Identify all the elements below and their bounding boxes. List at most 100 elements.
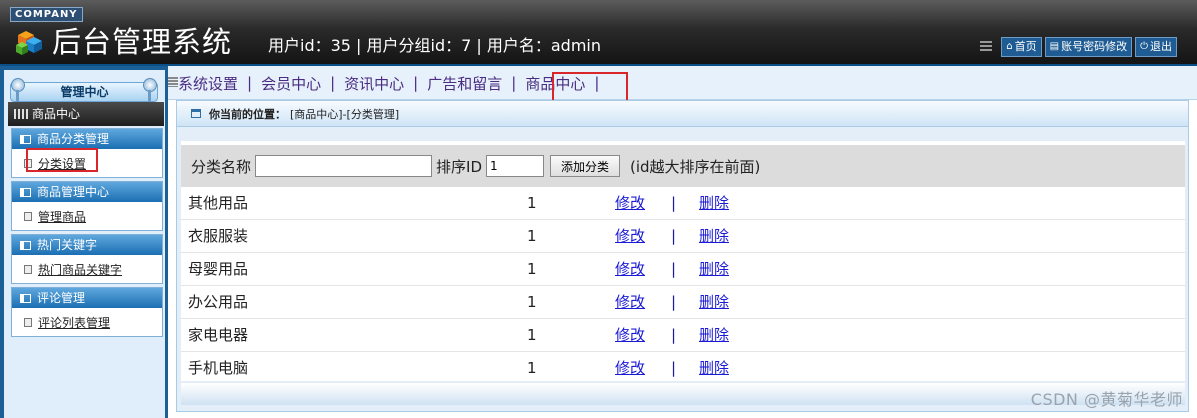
sidebar-item-comment-list[interactable]: 评论列表管理 <box>12 308 162 336</box>
grip-icon <box>980 41 993 53</box>
change-password-label: 账号密码修改 <box>1061 40 1128 53</box>
sidebar-item-link[interactable]: 热门商品关键字 <box>38 261 122 278</box>
nav-links: 系统设置 | 会员中心 | 资讯中心 | 广告和留言 | 商品中心 | <box>178 73 600 94</box>
top-links: ⌂ 首页 ▤ 账号密码修改 ⏻ 退出 <box>980 37 1177 57</box>
menu-group-header[interactable]: 商品管理中心 <box>12 182 162 202</box>
action-divider: | <box>671 227 677 245</box>
category-order: 1 <box>527 227 537 245</box>
main-panel: 你当前的位置： [商品中心]-[分类管理] 分类名称 排序ID 添加分类 (id… <box>176 100 1189 412</box>
table-row: 其他用品 1 修改 | 删除 <box>181 187 1185 220</box>
table-row: 母婴用品 1 修改 | 删除 <box>181 253 1185 286</box>
category-name: 办公用品 <box>188 293 249 311</box>
menu-group-header[interactable]: 热门关键字 <box>12 235 162 255</box>
header-bar: COMPANY 后台管理系统 用户id：35 | 用户分组id：7 | 用户名：… <box>0 0 1197 66</box>
tab-news-center[interactable]: 资讯中心 <box>344 73 404 94</box>
sidebar-item-hot-keywords[interactable]: 热门商品关键字 <box>12 255 162 283</box>
category-order: 1 <box>527 359 537 377</box>
category-order: 1 <box>527 260 537 278</box>
category-name-input[interactable] <box>255 155 433 177</box>
tab-product-center[interactable]: 商品中心 <box>525 73 585 94</box>
table-row: 办公用品 1 修改 | 删除 <box>181 286 1185 319</box>
sidebar: 管理中心 商品中心 商品分类管理 分类设置 商品管理中心 管理商品 热门关键字 … <box>0 66 168 418</box>
action-divider: | <box>671 194 677 212</box>
menu-group-keywords: 热门关键字 热门商品关键字 <box>11 234 163 284</box>
delete-link[interactable]: 删除 <box>699 187 729 219</box>
menu-group-header[interactable]: 评论管理 <box>12 288 162 308</box>
edit-link[interactable]: 修改 <box>615 319 645 351</box>
category-order: 1 <box>527 326 537 344</box>
add-category-button[interactable]: 添加分类 <box>550 155 621 177</box>
add-category-form: 分类名称 排序ID 添加分类 (id越大排序在前面) <box>181 145 1185 187</box>
management-center-header: 管理中心 <box>4 74 165 102</box>
delete-link[interactable]: 删除 <box>699 319 729 351</box>
delete-link[interactable]: 删除 <box>699 352 729 384</box>
category-name-label: 分类名称 <box>191 157 252 176</box>
order-id-label: 排序ID <box>436 157 482 176</box>
category-order: 1 <box>527 194 537 212</box>
action-divider: | <box>671 359 677 377</box>
category-name: 母婴用品 <box>188 260 249 278</box>
sidebar-item-link[interactable]: 管理商品 <box>38 208 86 225</box>
grid-icon <box>14 109 28 119</box>
order-hint: (id越大排序在前面) <box>630 157 761 176</box>
tab-member-center[interactable]: 会员中心 <box>261 73 321 94</box>
delete-link[interactable]: 删除 <box>699 253 729 285</box>
menu-group-category: 商品分类管理 分类设置 <box>11 128 163 178</box>
logout-label: 退出 <box>1150 40 1172 53</box>
cubes-logo-icon <box>16 31 42 55</box>
action-divider: | <box>671 293 677 311</box>
table-row: 手机电脑 1 修改 | 删除 <box>181 352 1185 385</box>
document-icon <box>24 264 32 274</box>
sidebar-item-manage-products[interactable]: 管理商品 <box>12 202 162 230</box>
sidebar-section-label: 商品中心 <box>8 102 164 126</box>
category-order: 1 <box>527 293 537 311</box>
menu-group-comments: 评论管理 评论列表管理 <box>11 287 163 337</box>
management-center-title: 管理中心 <box>60 85 109 99</box>
breadcrumb: [商品中心]-[分类管理] <box>290 107 400 121</box>
sidebar-panel: 管理中心 商品中心 商品分类管理 分类设置 商品管理中心 管理商品 热门关键字 … <box>4 70 165 418</box>
location-bar: 你当前的位置： [商品中心]-[分类管理] <box>177 101 1188 127</box>
category-table: 其他用品 1 修改 | 删除 衣服服装 1 修改 | 删除 母婴用品 1 修改 | 删除 办公用品 1 修改 | 删除… <box>181 187 1185 385</box>
category-name: 家电电器 <box>188 326 249 344</box>
top-navigation: 系统设置 | 会员中心 | 资讯中心 | 广告和留言 | 商品中心 | <box>168 66 1197 100</box>
delete-link[interactable]: 删除 <box>699 286 729 318</box>
sidebar-item-link[interactable]: 分类设置 <box>38 155 86 172</box>
category-name: 衣服服装 <box>188 227 249 245</box>
category-name: 其他用品 <box>188 194 249 212</box>
watermark: CSDN @黄菊华老师 <box>1030 390 1183 409</box>
table-row: 衣服服装 1 修改 | 删除 <box>181 220 1185 253</box>
book-icon <box>20 293 31 303</box>
document-icon <box>24 211 32 221</box>
home-button[interactable]: ⌂ 首页 <box>1001 37 1042 57</box>
logout-button[interactable]: ⏻ 退出 <box>1135 37 1177 57</box>
category-name: 手机电脑 <box>188 359 249 377</box>
account-icon: ▤ <box>1049 41 1060 52</box>
document-icon <box>24 158 32 168</box>
edit-link[interactable]: 修改 <box>615 286 645 318</box>
power-icon: ⏻ <box>1140 41 1148 52</box>
tab-ads-messages[interactable]: 广告和留言 <box>427 73 502 94</box>
table-row: 家电电器 1 修改 | 删除 <box>181 319 1185 352</box>
action-divider: | <box>671 260 677 278</box>
sidebar-item-link[interactable]: 评论列表管理 <box>38 314 110 331</box>
book-icon <box>20 187 31 197</box>
edit-link[interactable]: 修改 <box>615 220 645 252</box>
tab-system-settings[interactable]: 系统设置 <box>178 73 238 94</box>
home-icon: ⌂ <box>1006 41 1013 52</box>
window-icon <box>191 109 201 118</box>
edit-link[interactable]: 修改 <box>615 187 645 219</box>
edit-link[interactable]: 修改 <box>615 253 645 285</box>
edit-link[interactable]: 修改 <box>615 352 645 384</box>
action-divider: | <box>671 326 677 344</box>
user-info-text: 用户id：35 | 用户分组id：7 | 用户名：admin <box>268 36 602 55</box>
menu-group-header[interactable]: 商品分类管理 <box>12 129 162 149</box>
content-area: 分类名称 排序ID 添加分类 (id越大排序在前面) 其他用品1修改|删除衣服服… <box>181 141 1185 385</box>
change-password-button[interactable]: ▤ 账号密码修改 <box>1044 37 1133 57</box>
location-label: 你当前的位置： <box>209 107 286 121</box>
order-id-input[interactable] <box>486 155 544 177</box>
book-icon <box>20 134 31 144</box>
delete-link[interactable]: 删除 <box>699 220 729 252</box>
sidebar-item-category-settings[interactable]: 分类设置 <box>12 149 162 177</box>
nav-handle-icon <box>168 77 178 87</box>
book-icon <box>20 240 31 250</box>
